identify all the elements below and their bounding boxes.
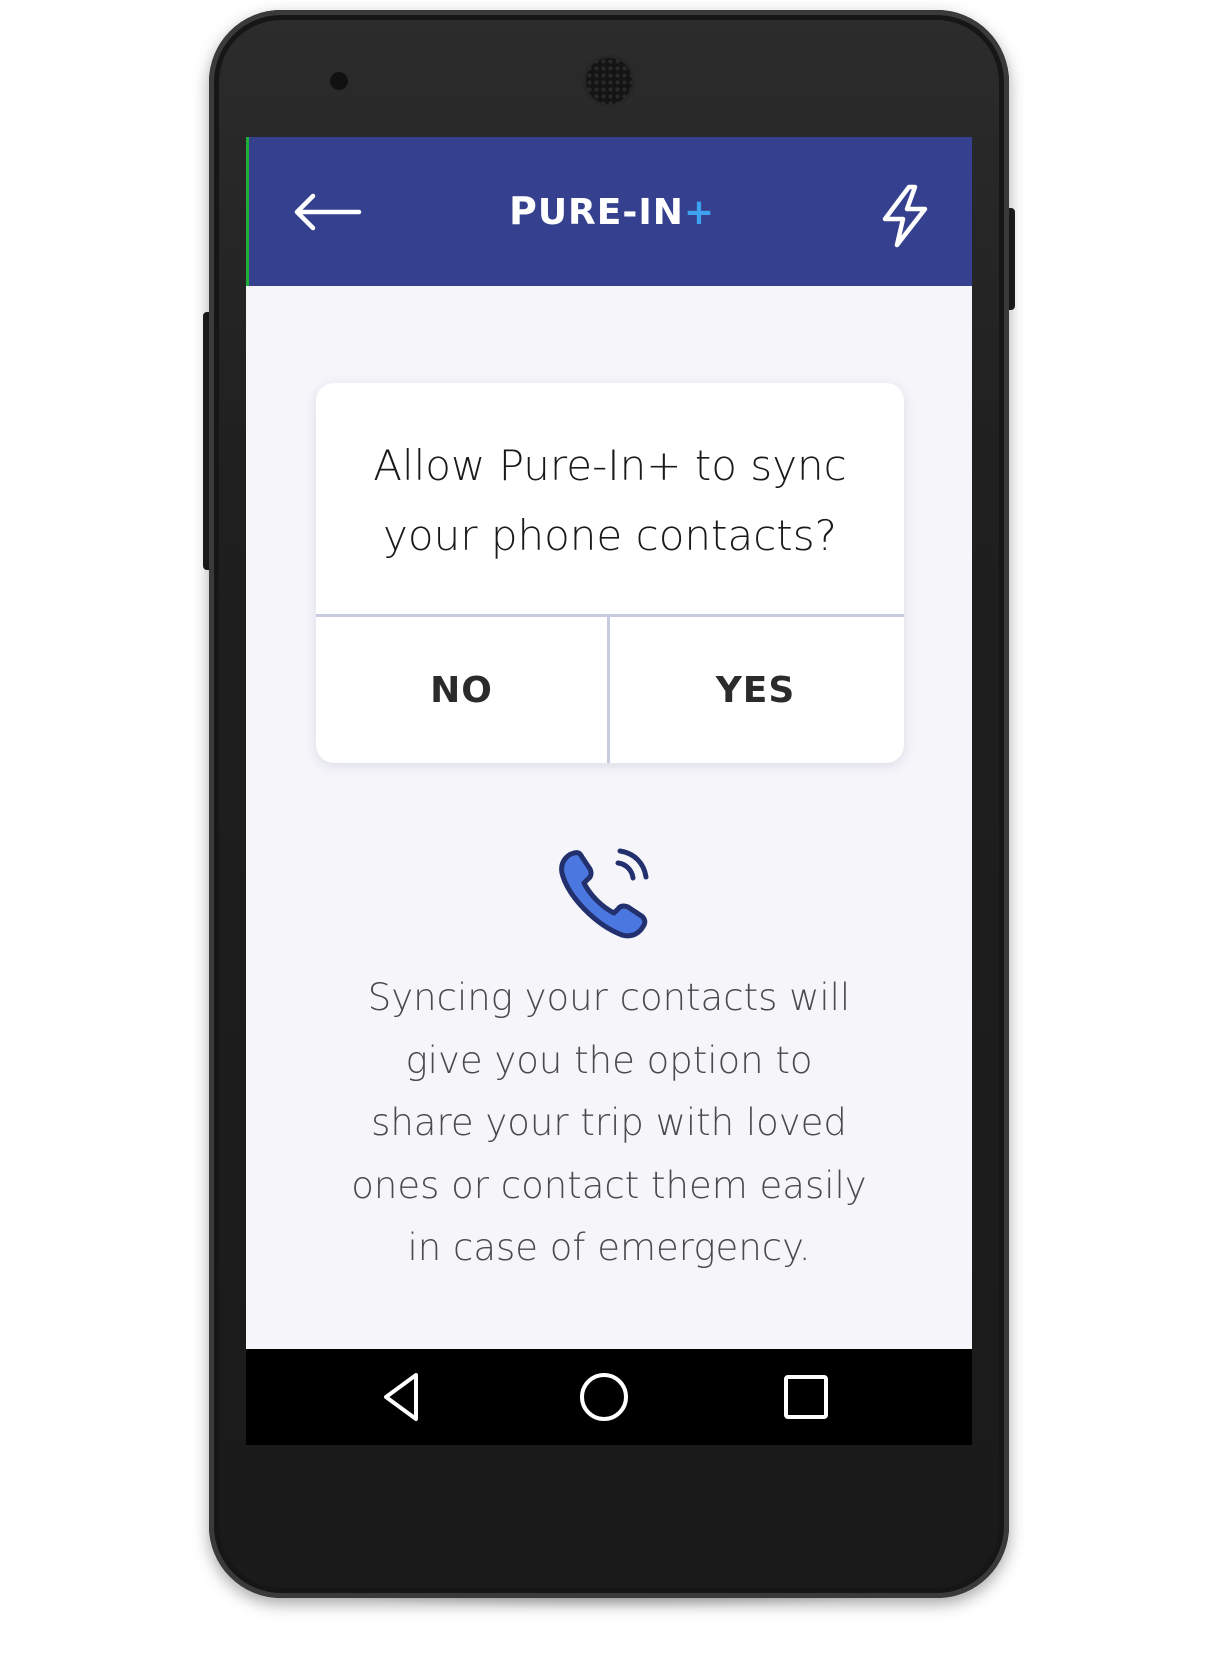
flash-button[interactable] xyxy=(875,183,935,249)
dialog-question: Allow Pure-In+ to sync your phone contac… xyxy=(373,441,847,560)
phone-call-icon xyxy=(556,843,666,943)
circle-home-icon xyxy=(580,1373,628,1421)
triangle-back-icon xyxy=(384,1373,418,1421)
app-title: PURE-IN+ xyxy=(508,189,716,233)
app-bar: PURE-IN+ xyxy=(246,137,972,286)
lightning-icon xyxy=(882,184,928,248)
no-button[interactable]: NO xyxy=(316,617,607,763)
nav-recents-button[interactable] xyxy=(776,1367,836,1427)
sync-info-text: Syncing your contacts will give you the … xyxy=(351,976,867,1269)
proximity-sensor xyxy=(330,72,348,90)
earpiece-speaker xyxy=(586,58,632,104)
screen: PURE-IN+ Allow Pure-In+ to sync your pho… xyxy=(246,137,972,1349)
square-recents-icon xyxy=(784,1375,828,1419)
yes-button[interactable]: YES xyxy=(610,617,901,763)
permission-dialog: Allow Pure-In+ to sync your phone contac… xyxy=(316,383,904,763)
nav-home-button[interactable] xyxy=(574,1367,634,1427)
nav-back-button[interactable] xyxy=(372,1367,432,1427)
android-nav-bar xyxy=(246,1349,972,1445)
